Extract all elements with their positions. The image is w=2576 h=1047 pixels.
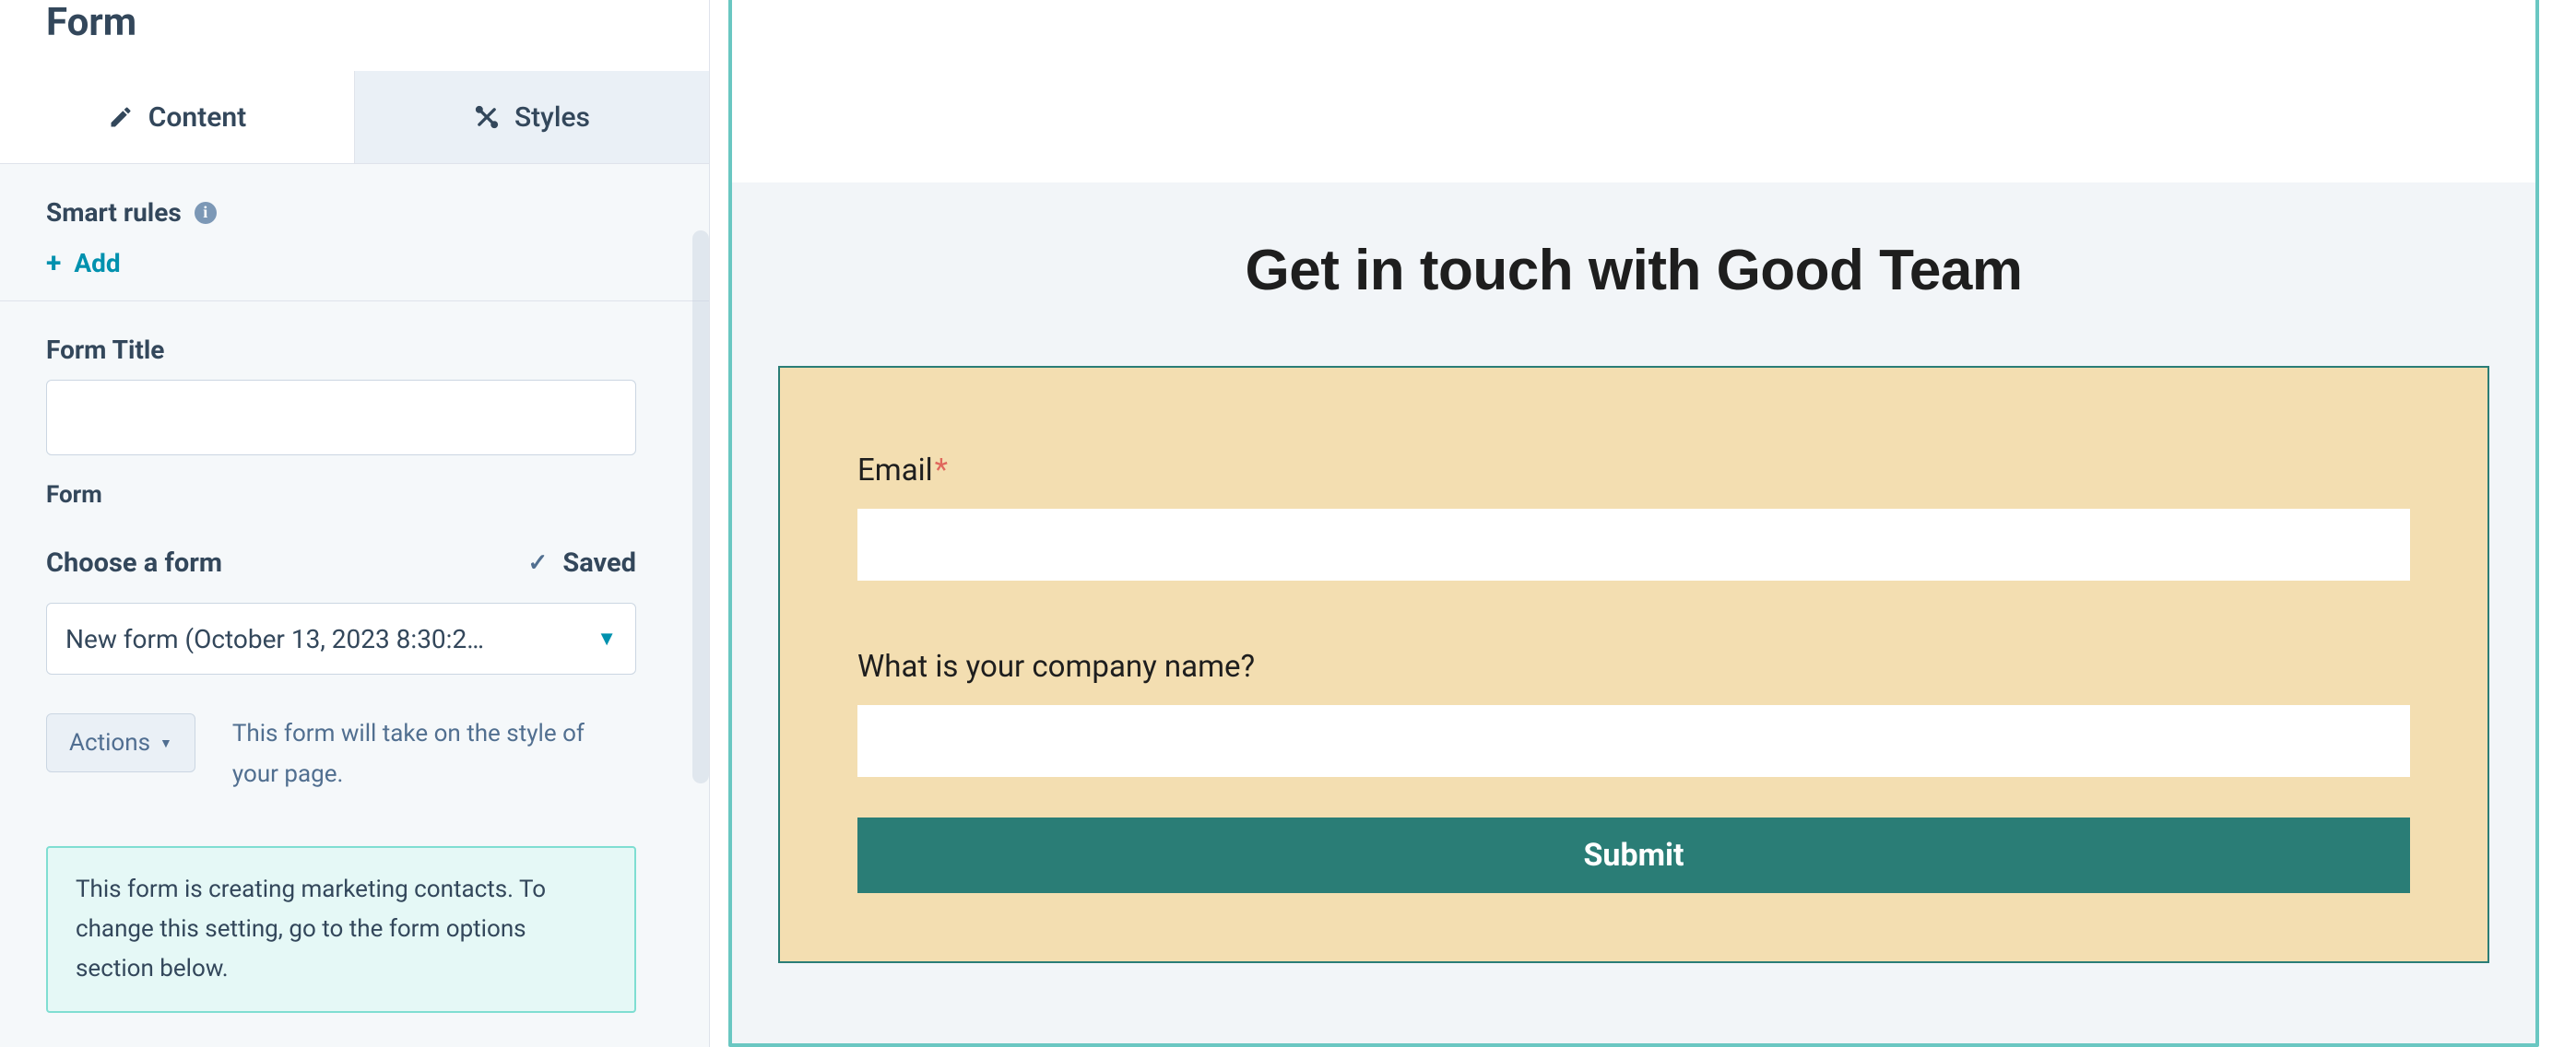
chevron-down-icon: ▼	[597, 627, 617, 651]
saved-label: Saved	[562, 547, 636, 579]
marketing-contacts-info: This form is creating marketing contacts…	[46, 846, 636, 1013]
email-input-preview[interactable]	[857, 509, 2410, 581]
form-title-section: Form Title	[0, 301, 709, 477]
choose-form-label: Choose a form	[46, 547, 222, 579]
smart-rules-text: Smart rules	[46, 197, 182, 228]
company-input-preview[interactable]	[857, 705, 2410, 777]
preview-heading: Get in touch with Good Team	[778, 238, 2489, 303]
preview-form-container[interactable]: Email* What is your company name? Submit	[778, 366, 2489, 963]
saved-indicator: ✓ Saved	[528, 547, 636, 579]
tab-content-label: Content	[148, 101, 246, 134]
form-select-dropdown[interactable]: New form (October 13, 2023 8:30:2… ▼	[46, 603, 636, 675]
brush-cross-icon	[474, 104, 500, 130]
info-icon[interactable]: i	[195, 202, 217, 224]
tab-content[interactable]: Content	[0, 71, 354, 163]
page-preview-area: Get in touch with Good Team Email* What …	[710, 0, 2576, 1047]
form-section-label: Form	[46, 481, 663, 509]
preview-frame: Get in touch with Good Team Email* What …	[728, 0, 2539, 1047]
preview-body: Get in touch with Good Team Email* What …	[732, 182, 2535, 1043]
tab-styles-label: Styles	[514, 101, 590, 134]
check-icon: ✓	[528, 549, 549, 577]
pencil-icon	[108, 104, 134, 130]
form-title-input[interactable]	[46, 380, 636, 455]
email-label-text: Email	[857, 453, 933, 488]
add-label: Add	[74, 248, 120, 278]
scrollbar-thumb[interactable]	[692, 230, 709, 783]
choose-form-row: Choose a form ✓ Saved	[46, 547, 636, 579]
actions-button[interactable]: Actions ▼	[46, 713, 195, 772]
chevron-down-icon: ▼	[160, 735, 172, 751]
actions-button-label: Actions	[69, 729, 150, 757]
tab-row: Content Styles	[0, 71, 709, 164]
form-editor-sidebar: Form Content Styles Smart rules i	[0, 0, 710, 1047]
style-note-text: This form will take on the style of your…	[232, 713, 636, 794]
form-select-value: New form (October 13, 2023 8:30:2…	[65, 624, 484, 654]
required-asterisk: *	[935, 453, 948, 488]
submit-button-preview[interactable]: Submit	[857, 818, 2410, 893]
panel-title: Form	[0, 0, 709, 71]
preview-header-space	[732, 0, 2535, 182]
form-section: Form Choose a form ✓ Saved New form (Oct…	[0, 477, 709, 1035]
smart-rules-section: Smart rules i + Add	[0, 164, 709, 301]
actions-row: Actions ▼ This form will take on the sty…	[46, 713, 636, 794]
plus-icon: +	[46, 250, 61, 277]
form-title-label: Form Title	[46, 335, 663, 365]
add-smart-rule-link[interactable]: + Add	[46, 248, 121, 278]
company-field-label: What is your company name?	[857, 649, 2410, 685]
tab-styles[interactable]: Styles	[354, 71, 709, 163]
smart-rules-label: Smart rules i	[46, 197, 663, 228]
email-field-label: Email*	[857, 453, 2410, 488]
